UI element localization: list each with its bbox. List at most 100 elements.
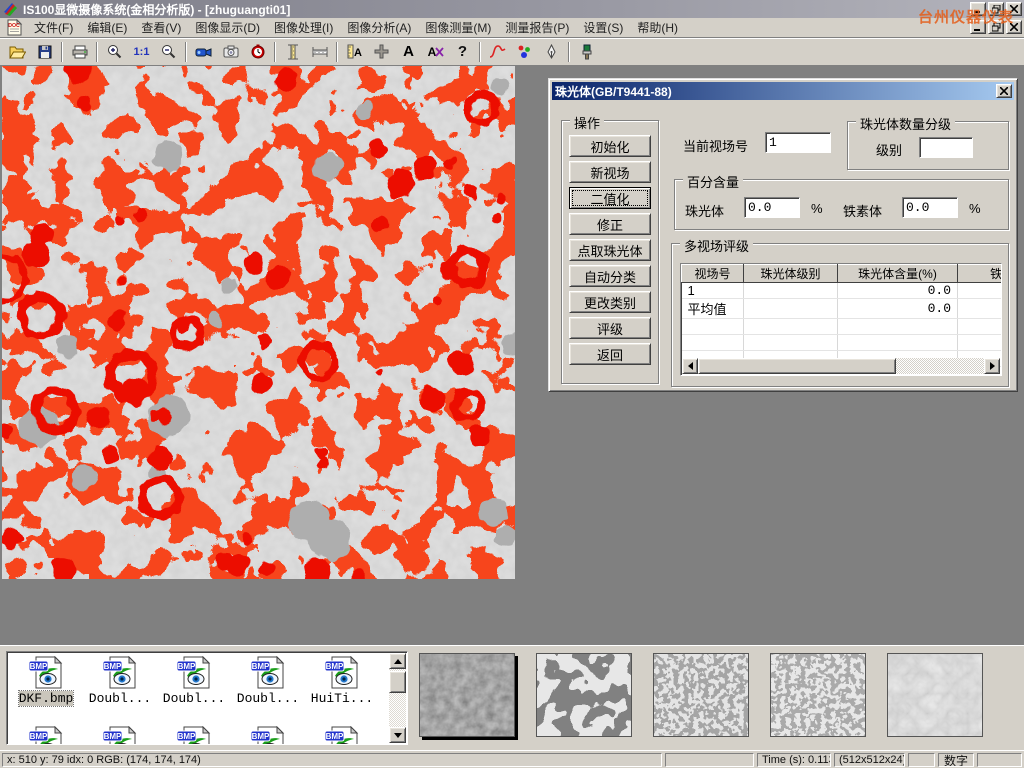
minimize-button[interactable] [970,2,986,16]
menu-file[interactable]: 文件(F) [27,17,80,38]
table-horizontal-scrollbar[interactable] [682,358,1000,374]
scroll-down-button[interactable] [389,727,406,743]
thumbnail-2[interactable] [536,653,632,737]
restore-button[interactable] [988,2,1004,16]
thumbnail-5[interactable] [887,653,983,737]
scrollbar-thumb[interactable] [389,671,406,693]
file-item[interactable]: Doubl... [157,656,231,706]
table-row [682,319,1003,335]
title-bar[interactable]: IS100显微摄像系统(金相分析版) - [zhuguangti01] [0,0,1024,18]
thumbnail-3[interactable] [653,653,749,737]
restore-icon [992,23,1001,32]
file-item[interactable] [157,726,231,745]
video-camera-icon [195,46,212,58]
file-name[interactable]: DKF.bmp [19,691,74,706]
close-button[interactable] [1006,2,1022,16]
col-ferrite-content[interactable]: 铁素体含量(%) [958,265,1003,283]
file-item[interactable] [305,726,379,745]
menu-image-process[interactable]: 图像处理(I) [267,17,340,38]
zoom-out-button[interactable] [155,40,182,64]
text-delete-button[interactable]: A [422,40,449,64]
child-minimize-button[interactable] [970,20,986,34]
status-panel-empty [977,753,1022,767]
menu-image-display[interactable]: 图像显示(D) [188,17,267,38]
scroll-right-button[interactable] [984,358,1000,374]
dialog-close-button[interactable] [996,84,1012,98]
menu-image-measure[interactable]: 图像测量(M) [418,17,498,38]
file-item[interactable] [231,726,305,745]
calibration-button[interactable]: A [341,40,368,64]
snapshot-button[interactable] [217,40,244,64]
bmp-file-icon [176,726,212,745]
thumbnail-1[interactable] [419,653,515,737]
col-field-number[interactable]: 视场号 [682,265,744,283]
pearlite-percent-input[interactable] [744,197,800,218]
correct-button[interactable]: 修正 [569,213,651,235]
child-close-button[interactable] [1006,20,1022,34]
zoom-in-button[interactable] [101,40,128,64]
binarize-button[interactable]: 二值化 [569,187,651,209]
dialog-title-bar[interactable]: 珠光体(GB/T9441-88) [552,82,1014,100]
file-browser[interactable]: DKF.bmp Doubl... Doubl... Doubl... HuiTi… [6,651,408,745]
init-button[interactable]: 初始化 [569,135,651,157]
menu-image-analysis[interactable]: 图像分析(A) [340,17,418,38]
scroll-up-button[interactable] [389,653,406,669]
stopwatch-button[interactable] [244,40,271,64]
ruler-vertical-button[interactable] [279,40,306,64]
return-button[interactable]: 返回 [569,343,651,365]
curve-button[interactable] [484,40,511,64]
change-class-button[interactable]: 更改类别 [569,291,651,313]
file-item[interactable]: Doubl... [83,656,157,706]
close-icon [1010,23,1018,31]
auto-classify-button[interactable]: 自动分类 [569,265,651,287]
new-field-button[interactable]: 新视场 [569,161,651,183]
metallograph-image[interactable] [2,66,515,579]
print-button[interactable] [66,40,93,64]
pick-pearlite-button[interactable]: 点取珠光体 [569,239,651,261]
pen-button[interactable] [538,40,565,64]
save-button[interactable] [31,40,58,64]
help-button[interactable]: ? [449,40,476,64]
close-icon [1000,87,1008,95]
table-row[interactable]: 平均值0.0 [682,299,1003,319]
file-name[interactable]: Doubl... [237,691,299,706]
file-name[interactable]: Doubl... [163,691,225,706]
scroll-left-button[interactable] [682,358,698,374]
actual-size-button[interactable]: 1:1 [128,40,155,64]
file-vertical-scrollbar[interactable] [389,653,406,743]
col-pearlite-content[interactable]: 珠光体含量(%) [838,265,958,283]
col-pearlite-level[interactable]: 珠光体级别 [744,265,838,283]
level-input[interactable] [919,137,973,158]
rate-button[interactable]: 评级 [569,317,651,339]
bmp-file-icon [28,726,64,745]
text-button[interactable]: A [395,40,422,64]
thumbnail-4[interactable] [770,653,866,737]
video-camera-button[interactable] [190,40,217,64]
move-button[interactable] [368,40,395,64]
ruler-horizontal-button[interactable] [306,40,333,64]
open-button[interactable] [4,40,31,64]
file-item[interactable]: Doubl... [231,656,305,706]
brush-button[interactable] [573,40,600,64]
document-icon[interactable]: DOC [6,19,23,36]
file-item[interactable] [9,726,83,745]
table-row[interactable]: 10.0 [682,283,1003,299]
classify-points-button[interactable] [511,40,538,64]
ferrite-percent-input[interactable] [902,197,958,218]
scrollbar-thumb[interactable] [698,358,896,374]
scrollbar-track[interactable] [389,693,406,727]
file-item[interactable]: DKF.bmp [9,656,83,706]
file-item[interactable] [83,726,157,745]
current-field-input[interactable] [765,132,831,153]
menu-help[interactable]: 帮助(H) [630,17,685,38]
file-name[interactable]: HuiTi... [311,691,373,706]
menu-edit[interactable]: 编辑(E) [80,17,134,38]
child-restore-button[interactable] [988,20,1004,34]
menu-settings[interactable]: 设置(S) [576,17,630,38]
file-item[interactable]: HuiTi... [305,656,379,706]
rating-table[interactable]: 视场号 珠光体级别 珠光体含量(%) 铁素体含量(%) 10.0 [680,263,1002,376]
menu-view[interactable]: 查看(V) [134,17,188,38]
scrollbar-track[interactable] [896,358,984,374]
file-name[interactable]: Doubl... [89,691,151,706]
menu-measure-report[interactable]: 测量报告(P) [498,17,576,38]
